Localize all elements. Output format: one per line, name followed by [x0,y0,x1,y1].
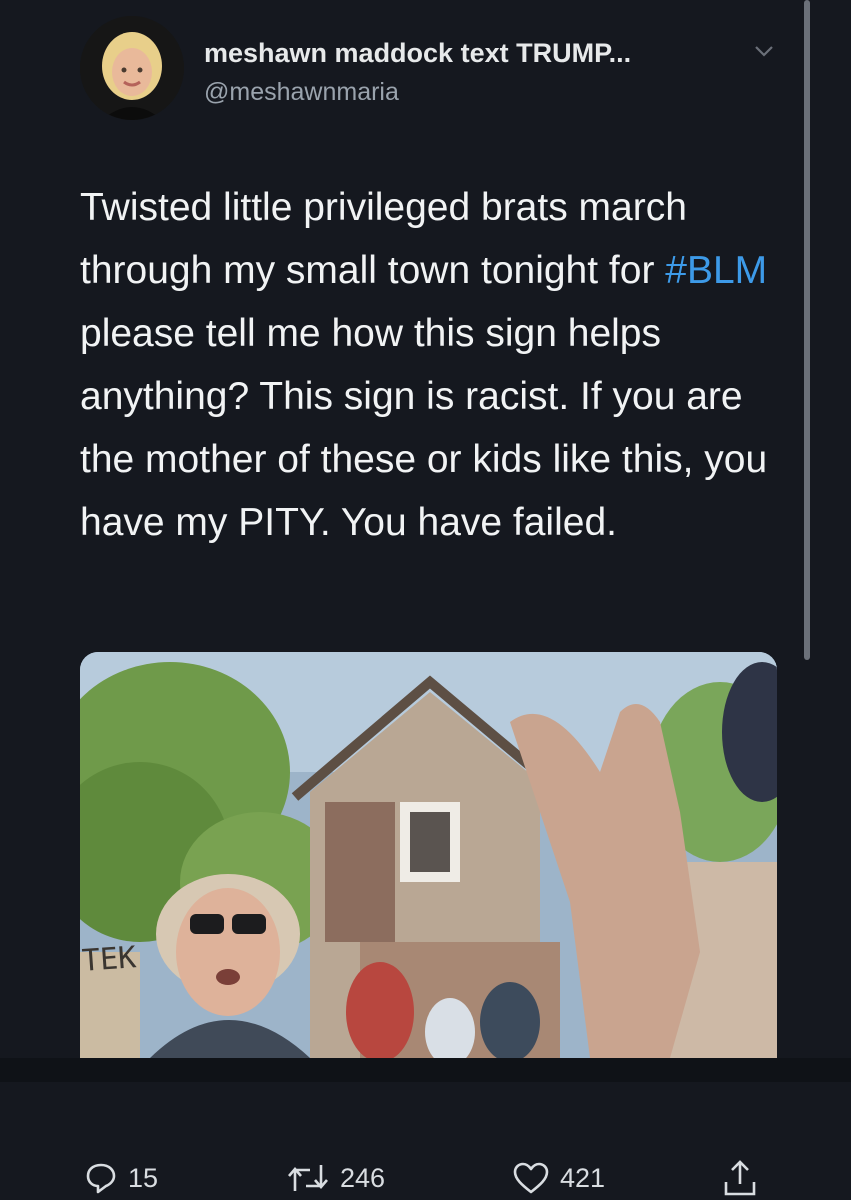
tweet: meshawn maddock text TRUMP... @meshawnma… [0,0,851,1200]
tweet-text: Twisted little privileged brats march th… [80,176,780,554]
scrollbar[interactable] [804,0,810,660]
share-icon [720,1158,760,1198]
media-divider [0,1058,851,1082]
tweet-actions: 15 246 421 [0,1150,851,1200]
retweet-icon [286,1161,330,1195]
chevron-down-icon[interactable] [752,42,776,60]
reply-button[interactable]: 15 [84,1158,158,1198]
like-count: 421 [560,1162,606,1193]
tweet-text-part1: Twisted little privileged brats march th… [80,186,687,292]
reply-icon [84,1161,118,1195]
tweet-media-image[interactable]: TEK [80,652,777,1058]
hashtag-link[interactable]: #BLM [665,249,767,292]
share-button[interactable] [720,1158,760,1198]
user-handle[interactable]: @meshawnmaria [204,78,399,107]
reply-count: 15 [128,1162,159,1193]
like-icon [512,1161,550,1195]
like-button[interactable]: 421 [512,1158,605,1198]
avatar[interactable] [80,16,184,120]
protest-sign-text: TEK [80,940,138,979]
retweet-button[interactable]: 246 [286,1158,385,1198]
retweet-count: 246 [340,1162,386,1193]
display-name[interactable]: meshawn maddock text TRUMP... [204,38,631,69]
tweet-text-part2: please tell me how this sign helps anyth… [80,312,768,544]
